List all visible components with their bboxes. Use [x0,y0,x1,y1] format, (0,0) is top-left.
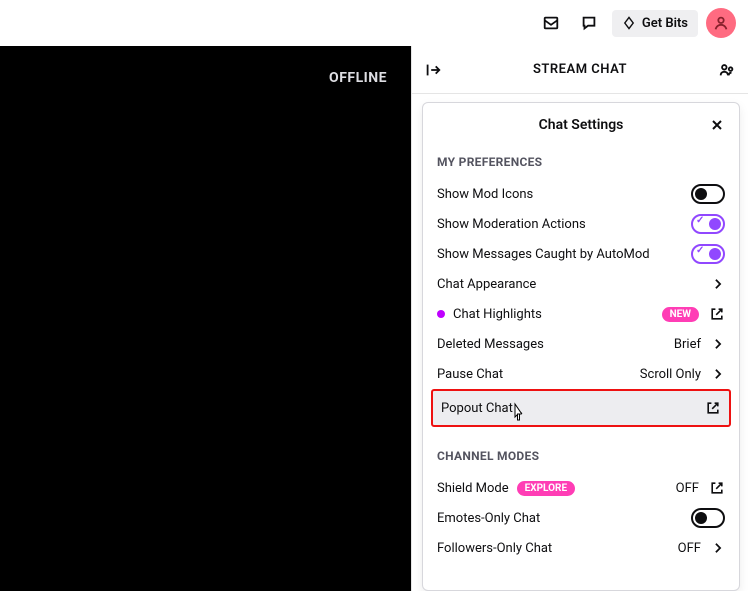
row-popout-chat[interactable]: Popout Chat [431,389,731,427]
row-appearance[interactable]: Chat Appearance [437,269,725,299]
label-highlights: Chat Highlights [453,307,542,322]
value-pause: Scroll Only [640,367,701,382]
row-deleted[interactable]: Deleted Messages Brief [437,329,725,359]
chevron-right-icon [711,277,725,291]
popout-icon [705,400,721,416]
chevron-right-icon [711,367,725,381]
row-mod-icons: Show Mod Icons [437,179,725,209]
popout-icon [709,480,725,496]
section-title-prefs: MY PREFERENCES [437,155,725,169]
section-title-modes: CHANNEL MODES [437,449,725,463]
row-automod: Show Messages Caught by AutoMod [437,239,725,269]
get-bits-button[interactable]: Get Bits [612,10,698,37]
community-icon[interactable] [716,61,738,79]
badge-new: NEW [662,307,699,322]
highlight-dot-icon [437,310,445,318]
toggle-mod-actions[interactable] [691,214,725,234]
chat-header: STREAM CHAT [412,46,748,94]
top-bar: Get Bits [0,0,748,46]
close-button[interactable] [705,113,729,137]
get-bits-label: Get Bits [642,16,688,31]
chevron-right-icon [711,541,725,555]
label-mod-icons: Show Mod Icons [437,187,533,202]
value-shield: OFF [676,481,699,496]
label-emotes: Emotes-Only Chat [437,511,540,526]
label-mod-actions: Show Moderation Actions [437,217,586,232]
bits-icon [622,16,636,30]
row-highlights[interactable]: Chat Highlights NEW [437,299,725,329]
toggle-emotes[interactable] [691,508,725,528]
video-player: OFFLINE [0,46,411,591]
label-shield: Shield Mode [437,481,509,496]
chat-column: STREAM CHAT 1:47 tamal2025: sacxsacxsd 1… [411,46,748,591]
badge-explore: EXPLORE [517,481,575,496]
label-popout: Popout Chat [441,401,513,416]
chat-title: STREAM CHAT [444,62,716,77]
value-deleted: Brief [674,337,701,352]
value-followers: OFF [678,541,701,556]
row-followers[interactable]: Followers-Only Chat OFF [437,533,725,563]
label-deleted: Deleted Messages [437,337,544,352]
close-icon [709,117,725,133]
collapse-chat-icon[interactable] [422,61,444,79]
inbox-icon[interactable] [536,8,566,38]
toggle-automod[interactable] [691,244,725,264]
label-automod: Show Messages Caught by AutoMod [437,247,650,262]
cursor-icon [511,402,527,422]
row-emotes: Emotes-Only Chat [437,503,725,533]
chat-settings-panel: Chat Settings MY PREFERENCES Show Mod Ic… [422,102,740,591]
label-appearance: Chat Appearance [437,277,536,292]
offline-label: OFFLINE [329,70,387,86]
popout-icon [709,306,725,322]
whispers-icon[interactable] [574,8,604,38]
user-avatar[interactable] [706,8,736,38]
chevron-right-icon [711,337,725,351]
toggle-mod-icons[interactable] [691,184,725,204]
row-mod-actions: Show Moderation Actions [437,209,725,239]
panel-title: Chat Settings [539,117,624,133]
label-followers: Followers-Only Chat [437,541,552,556]
label-pause: Pause Chat [437,367,503,382]
row-shield[interactable]: Shield Mode EXPLORE OFF [437,473,725,503]
row-pause[interactable]: Pause Chat Scroll Only [437,359,725,389]
